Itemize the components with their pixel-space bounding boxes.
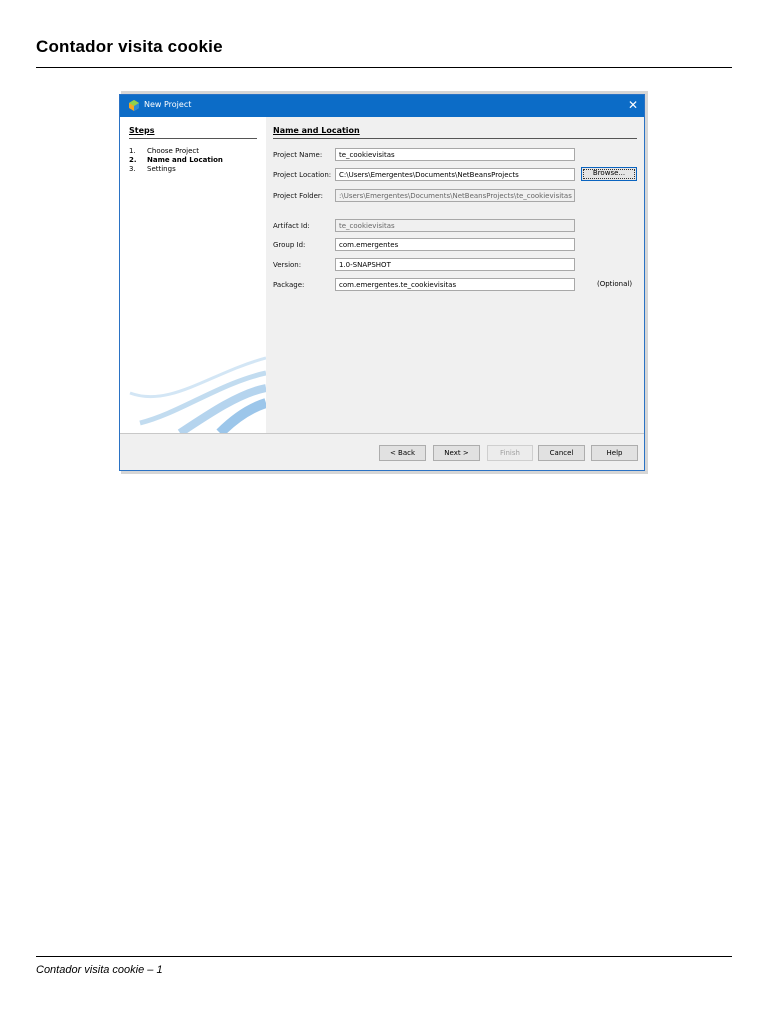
section-divider bbox=[273, 138, 637, 139]
project-location-input[interactable]: C:\Users\Emergentes\Documents\NetBeansPr… bbox=[335, 168, 575, 181]
dialog-titlebar: New Project ✕ bbox=[120, 95, 644, 117]
step-item-settings: 3. Settings bbox=[129, 165, 176, 173]
step-item-name-and-location: 2. Name and Location bbox=[129, 156, 223, 164]
step-number: 1. bbox=[129, 147, 136, 155]
back-button[interactable]: < Back bbox=[379, 445, 426, 461]
project-name-input[interactable]: te_cookievisitas bbox=[335, 148, 575, 161]
steps-divider bbox=[129, 138, 257, 139]
project-folder-input: :\Users\Emergentes\Documents\NetBeansPro… bbox=[335, 189, 575, 202]
artifact-id-label: Artifact Id: bbox=[273, 222, 310, 230]
document-title: Contador visita cookie bbox=[36, 37, 223, 56]
new-project-dialog: New Project ✕ Steps 1. Choose Project 2. N… bbox=[119, 94, 645, 471]
package-input[interactable]: com.emergentes.te_cookievisitas bbox=[335, 278, 575, 291]
button-bar-divider bbox=[120, 433, 644, 434]
help-button[interactable]: Help bbox=[591, 445, 638, 461]
group-id-input[interactable]: com.emergentes bbox=[335, 238, 575, 251]
step-number: 2. bbox=[129, 156, 137, 164]
next-button[interactable]: Next > bbox=[433, 445, 480, 461]
cancel-button[interactable]: Cancel bbox=[538, 445, 585, 461]
version-input[interactable]: 1.0-SNAPSHOT bbox=[335, 258, 575, 271]
browse-button-focus-ring bbox=[583, 169, 635, 179]
step-number: 3. bbox=[129, 165, 136, 173]
step-label: Settings bbox=[147, 165, 176, 173]
step-label: Name and Location bbox=[147, 156, 223, 164]
netbeans-cube-icon bbox=[129, 100, 139, 111]
finish-button[interactable]: Finish bbox=[487, 445, 533, 461]
version-label: Version: bbox=[273, 261, 302, 269]
dialog-title: New Project bbox=[144, 100, 192, 109]
package-label: Package: bbox=[273, 281, 305, 289]
step-item-choose-project: 1. Choose Project bbox=[129, 147, 199, 155]
decorative-swoosh bbox=[129, 356, 266, 433]
section-heading: Name and Location bbox=[273, 126, 360, 135]
document-footer: Contador visita cookie – 1 bbox=[36, 964, 163, 976]
footer-rule bbox=[36, 956, 732, 957]
steps-heading: Steps bbox=[129, 126, 155, 135]
close-icon[interactable]: ✕ bbox=[628, 98, 638, 112]
artifact-id-input: te_cookievisitas bbox=[335, 219, 575, 232]
project-folder-label: Project Folder: bbox=[273, 192, 324, 200]
header-rule bbox=[36, 67, 732, 68]
project-location-label: Project Location: bbox=[273, 171, 332, 179]
optional-note: (Optional) bbox=[597, 280, 633, 288]
browse-button[interactable]: Browse... bbox=[581, 167, 637, 181]
project-name-label: Project Name: bbox=[273, 151, 323, 159]
steps-panel: Steps 1. Choose Project 2. Name and Locati… bbox=[120, 117, 266, 433]
step-label: Choose Project bbox=[147, 147, 200, 155]
content-panel: Name and Location Project Name: te_cooki… bbox=[266, 117, 644, 433]
group-id-label: Group Id: bbox=[273, 241, 306, 249]
